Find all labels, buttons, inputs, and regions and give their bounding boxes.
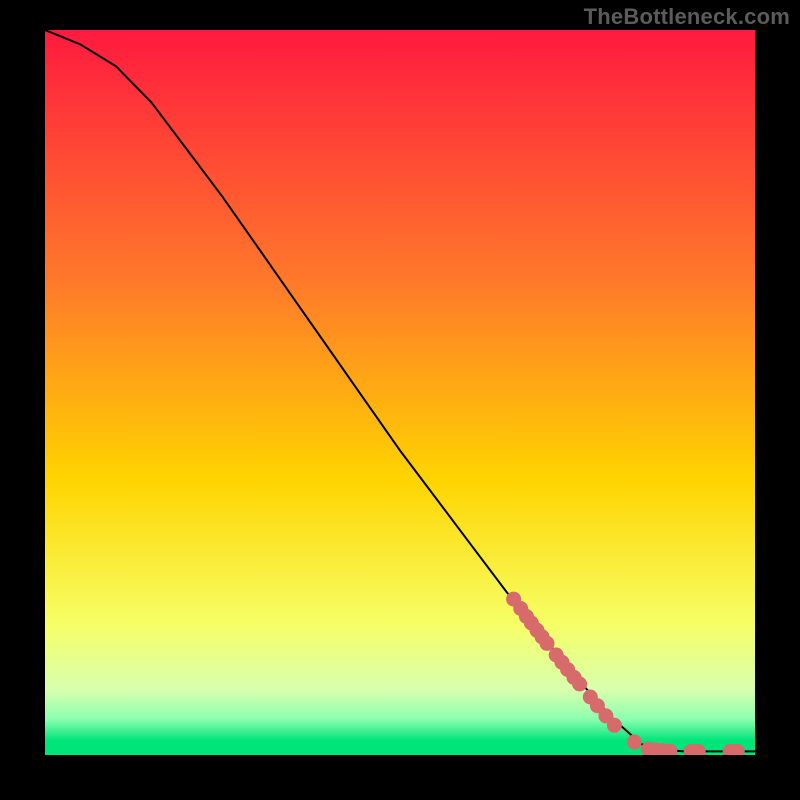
chart-container: TheBottleneck.com [0, 0, 800, 800]
watermark-text: TheBottleneck.com [584, 4, 790, 30]
plot-area [45, 30, 755, 755]
data-marker [607, 718, 622, 733]
main-curve [45, 30, 755, 751]
curve-layer [45, 30, 755, 755]
data-marker [627, 735, 642, 750]
data-marker [572, 677, 587, 692]
